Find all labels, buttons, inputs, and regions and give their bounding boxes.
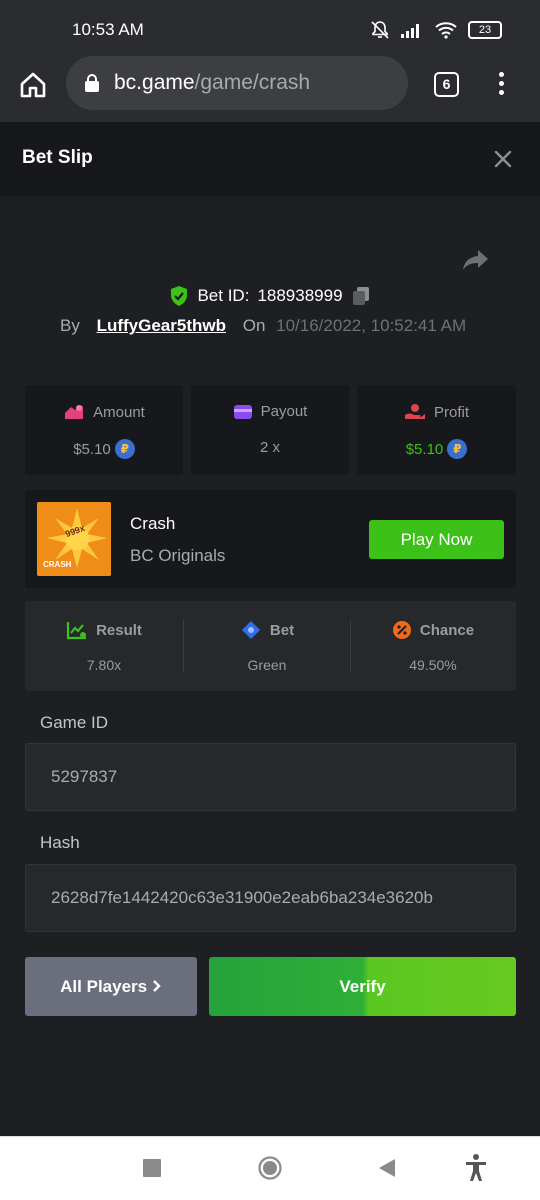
battery-level: 23 [478, 24, 492, 36]
game-id-label: Game ID [40, 713, 109, 732]
copy-icon[interactable] [351, 286, 371, 306]
amount-title: Amount [25, 403, 183, 421]
game-card: 999x CRASH Crash BC Originals Play Now [25, 490, 516, 588]
signal-icon [401, 24, 419, 38]
bet-id-label: Bet ID: [197, 286, 250, 305]
close-icon[interactable] [492, 148, 514, 170]
system-nav-bar [0, 1136, 540, 1200]
lock-icon [85, 74, 99, 92]
home-circle-icon[interactable] [258, 1156, 282, 1180]
username-link[interactable]: LuffyGear5thwb [97, 316, 226, 335]
url-host: bc.game [114, 71, 195, 94]
bet-tag-icon [241, 621, 260, 639]
home-icon[interactable] [18, 70, 48, 100]
recent-apps-icon[interactable] [143, 1159, 161, 1177]
payout-title: Payout [191, 403, 349, 420]
bet-title: Bet [183, 620, 351, 640]
mute-bell-icon [371, 21, 389, 39]
play-now-button[interactable]: Play Now [369, 520, 504, 559]
currency-coin-icon: ₽ [114, 439, 135, 459]
chance-title: Chance [350, 620, 516, 640]
page-title: Bet Slip [22, 147, 93, 168]
url-path: /game/crash [194, 71, 311, 94]
wifi-icon [435, 22, 457, 39]
bet-label: Bet [269, 621, 295, 639]
status-bar: 10:53 AM 23 [0, 0, 540, 56]
result-value: 7.80x [86, 657, 122, 673]
amount-value: $5.10 [73, 440, 111, 458]
all-players-button[interactable]: All Players [25, 957, 197, 1016]
profit-hand-icon [404, 404, 425, 419]
back-icon[interactable] [378, 1158, 396, 1178]
by-label: By [60, 316, 80, 335]
tab-switcher-button[interactable]: 6 [434, 72, 459, 97]
verified-shield-icon [171, 286, 188, 306]
currency-coin-icon: ₽ [447, 439, 468, 459]
bet-id-row: Bet ID: 188938999 [0, 284, 540, 308]
share-icon[interactable] [462, 248, 490, 272]
status-icons: 23 [370, 20, 502, 40]
amount-icon [65, 405, 84, 419]
result-chart-icon [66, 622, 87, 640]
tab-count: 6 [442, 76, 451, 92]
amount-label: Amount [93, 403, 145, 421]
verify-button[interactable]: Verify [209, 957, 516, 1016]
battery-icon: 23 [468, 21, 502, 39]
all-players-label: All Players [60, 977, 148, 996]
result-card: Result 7.80x Bet Green Chance 49.50% [25, 601, 516, 691]
profit-title: Profit [357, 403, 516, 421]
bet-slip-header: Bet Slip [0, 122, 540, 196]
hash-field[interactable]: 2628d7fe1442420c63e31900e2eab6ba234e3620… [25, 864, 516, 932]
wallet-icon [233, 404, 252, 419]
url-text: bc.game/game/crash [114, 71, 310, 95]
bet-id-value: 188938999 [257, 286, 343, 305]
more-menu-icon[interactable] [494, 72, 508, 100]
result-title: Result [25, 620, 183, 640]
status-time: 10:53 AM [72, 20, 144, 39]
thumb-text: CRASH [43, 560, 72, 569]
browser-toolbar: bc.game/game/crash 6 [0, 56, 540, 122]
payout-label: Payout [260, 403, 308, 420]
profit-value: $5.10 [405, 440, 444, 458]
percent-icon [392, 621, 411, 639]
accessibility-icon[interactable] [464, 1153, 488, 1183]
bet-value: Green [247, 657, 287, 673]
amount-card: Amount $5.10 ₽ [25, 385, 183, 475]
profit-label: Profit [433, 403, 469, 421]
result-label: Result [96, 621, 142, 639]
bet-author-row: By LuffyGear5thwb On 10/16/2022, 10:52:4… [60, 316, 466, 336]
chance-column: Chance 49.50% [350, 601, 516, 691]
profit-value-row: $5.10 ₽ [357, 439, 516, 459]
amount-value-row: $5.10 ₽ [25, 439, 183, 459]
profit-card: Profit $5.10 ₽ [357, 385, 516, 475]
chevron-right-icon [152, 980, 161, 992]
payout-card: Payout 2 x [191, 385, 349, 475]
game-name: Crash [130, 514, 176, 533]
result-column: Result 7.80x [25, 601, 183, 691]
on-label: On [242, 316, 266, 335]
payout-value: 2 x [259, 439, 280, 456]
payout-value-row: 2 x [191, 439, 349, 456]
bet-column: Bet Green [183, 601, 351, 691]
hash-label: Hash [40, 833, 80, 852]
bet-datetime: 10/16/2022, 10:52:41 AM [276, 316, 467, 335]
game-provider: BC Originals [130, 546, 226, 565]
address-bar[interactable]: bc.game/game/crash [66, 56, 408, 110]
chance-label: Chance [419, 621, 475, 639]
chance-value: 49.50% [409, 657, 457, 673]
crash-game-thumbnail[interactable]: 999x CRASH [37, 502, 111, 576]
game-id-field[interactable]: 5297837 [25, 743, 516, 811]
